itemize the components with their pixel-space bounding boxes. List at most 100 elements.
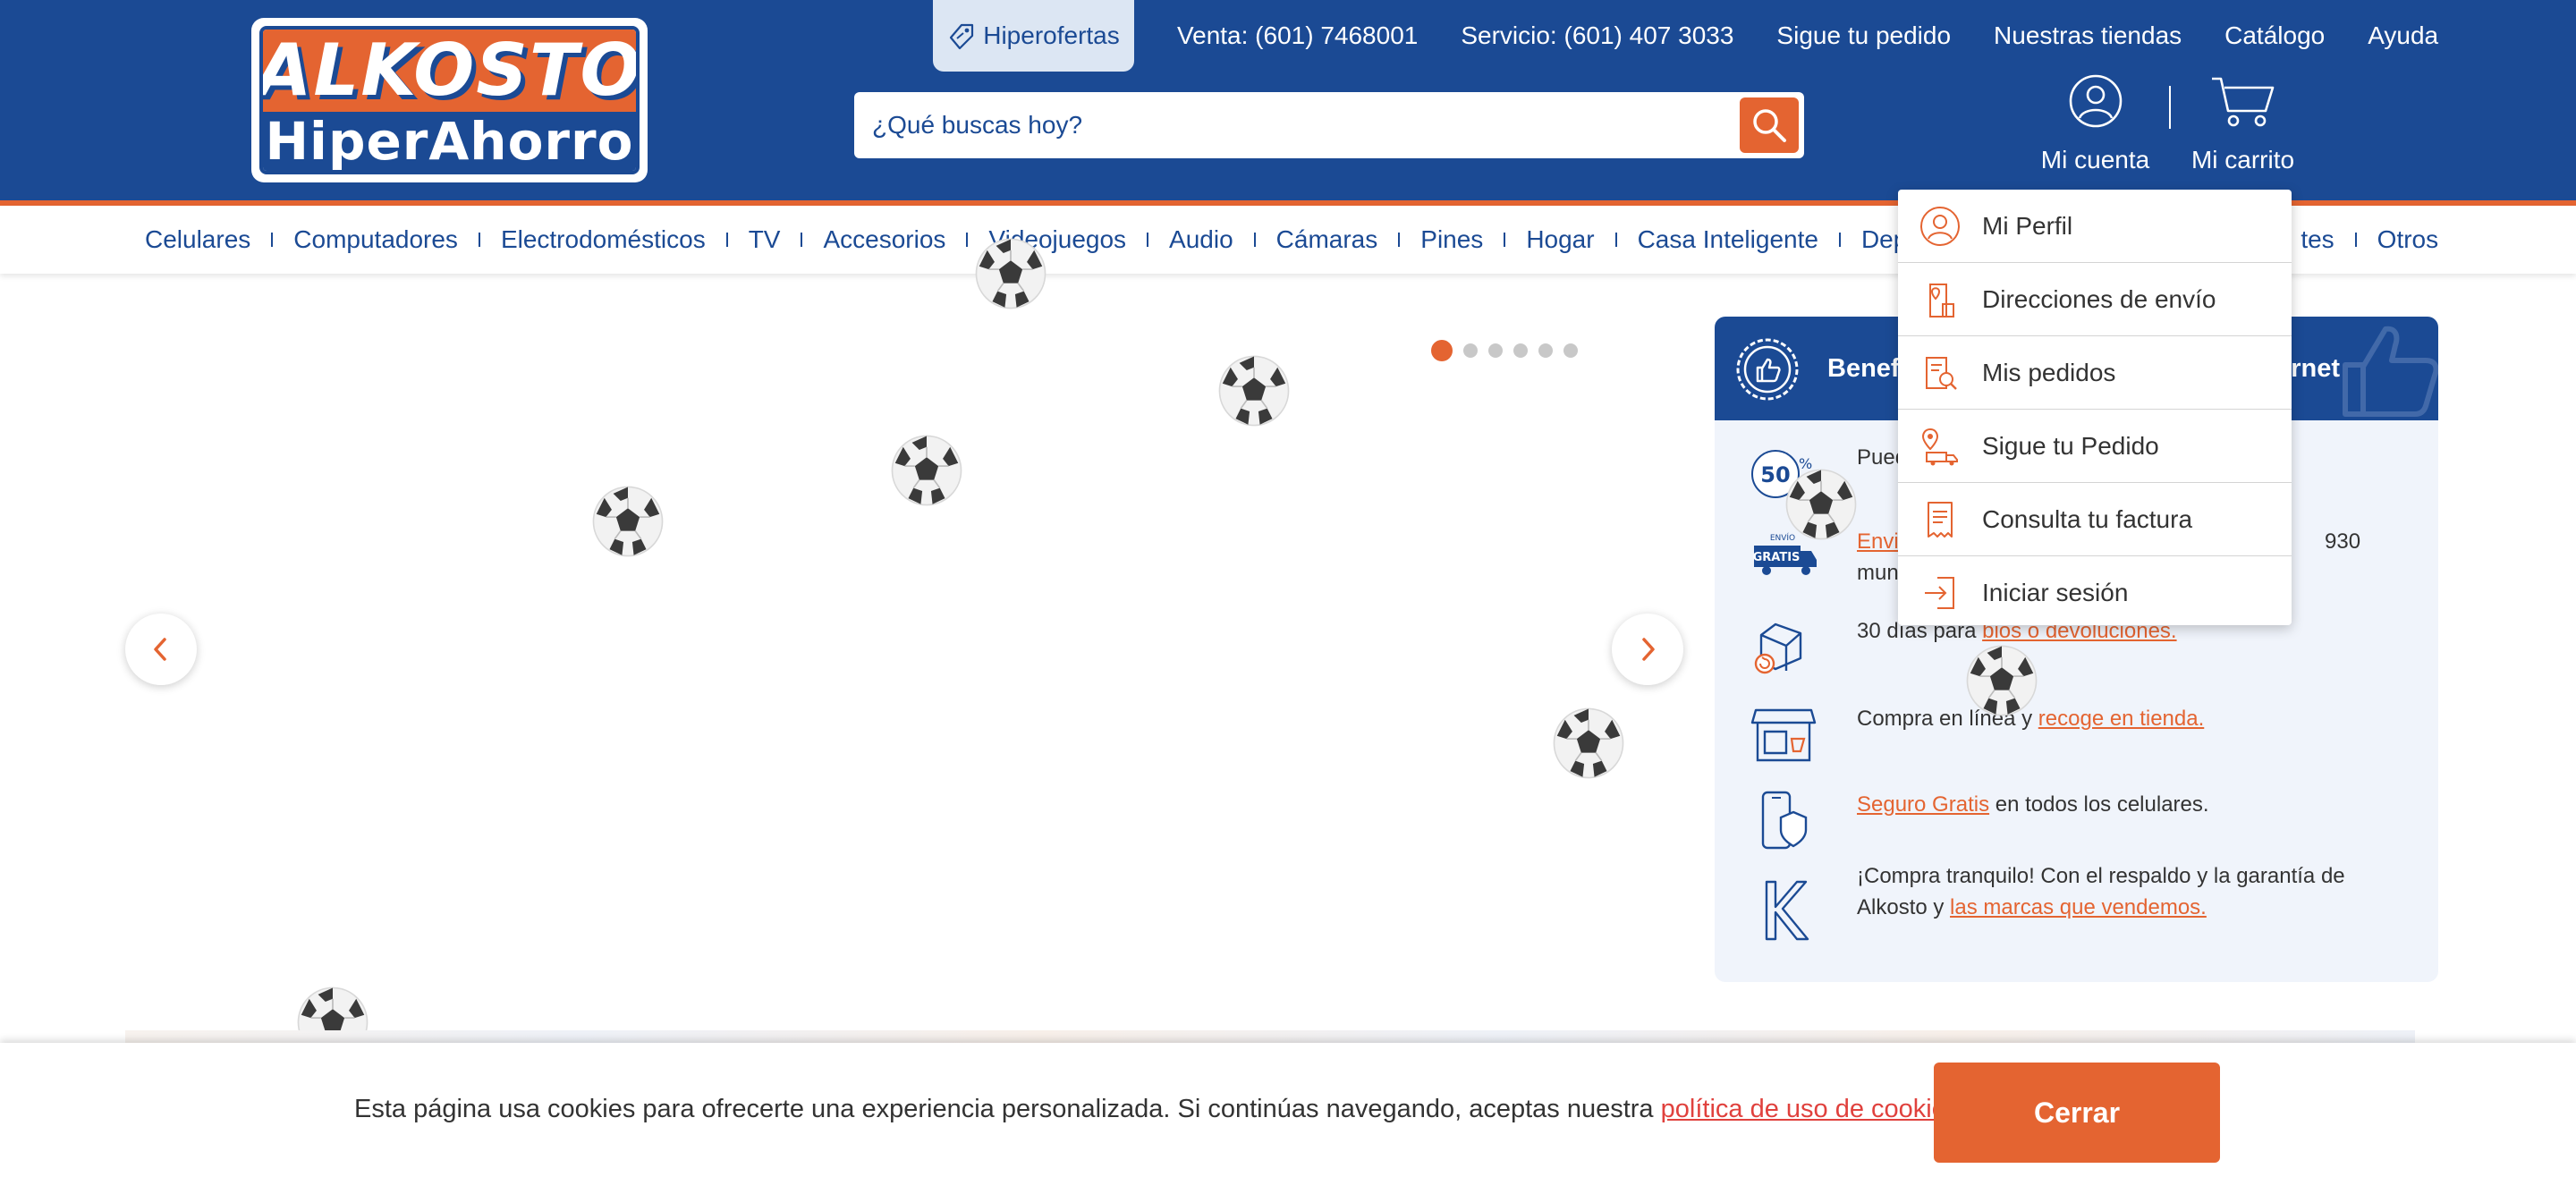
- alkosto-logo[interactable]: ALKOSTO HiperAhorro: [251, 18, 648, 182]
- menu-item-label: Sigue tu Pedido: [1982, 431, 2159, 460]
- carousel-dot[interactable]: [1463, 343, 1478, 358]
- topnav-tiendas[interactable]: Nuestras tiendas: [1994, 21, 2182, 50]
- carousel-dot-active[interactable]: [1431, 340, 1453, 361]
- menu-item-label: Mis pedidos: [1982, 358, 2116, 386]
- phone-shield-icon: [1761, 791, 1808, 850]
- category-separator: [966, 233, 969, 247]
- benefit-text: Compra en línea y recoge en tienda.: [1857, 703, 2394, 734]
- thumbs-up-watermark-icon: [2343, 326, 2438, 417]
- menu-item-iniciar-sesion[interactable]: Iniciar sesión: [1898, 556, 2292, 630]
- category-tv[interactable]: TV: [749, 225, 781, 254]
- category-electrodomesticos[interactable]: Electrodomésticos: [501, 225, 706, 254]
- category-separator: [1253, 233, 1256, 247]
- svg-text:GRATIS: GRATIS: [1753, 551, 1801, 564]
- chevron-left-icon: [154, 638, 166, 661]
- cookie-close-button[interactable]: Cerrar: [1934, 1063, 2220, 1163]
- category-separator: [2354, 233, 2357, 247]
- menu-item-label: Mi Perfil: [1982, 211, 2073, 240]
- topnav-servicio[interactable]: Servicio: (601) 407 3033: [1461, 21, 1733, 50]
- free-shipping-link[interactable]: Envi: [1857, 529, 1899, 554]
- cookie-message: Esta página usa cookies para ofrecerte u…: [354, 1095, 1966, 1124]
- soccer-ball-icon: [1784, 468, 1858, 541]
- category-separator: [1504, 233, 1506, 247]
- thumbs-up-badge-icon: [1736, 338, 1799, 401]
- carousel-dot[interactable]: [1538, 343, 1553, 358]
- category-separator: [478, 233, 480, 247]
- logo-bottom-text: HiperAhorro: [265, 110, 634, 172]
- category-separator: [1398, 233, 1401, 247]
- benefit-text: ¡Compra tranquilo! Con el respaldo y la …: [1857, 860, 2394, 923]
- cart-button[interactable]: Mi carrito: [2182, 73, 2303, 174]
- pickup-link[interactable]: recoge en tienda.: [2038, 707, 2204, 731]
- search-button[interactable]: [1740, 97, 1799, 153]
- hiperofertas-label: Hiperofertas: [983, 21, 1120, 49]
- login-icon: [1925, 577, 1954, 609]
- menu-item-sigue-pedido[interactable]: Sigue tu Pedido: [1898, 410, 2292, 483]
- category-celulares[interactable]: Celulares: [145, 225, 250, 254]
- category-separator: [1147, 233, 1149, 247]
- category-hogar[interactable]: Hogar: [1526, 225, 1594, 254]
- user-icon: [2069, 74, 2122, 128]
- brands-link[interactable]: las marcas que vendemos.: [1950, 895, 2207, 919]
- carousel-next-button[interactable]: [1612, 614, 1683, 685]
- category-separator: [1838, 233, 1841, 247]
- topnav-sigue-pedido[interactable]: Sigue tu pedido: [1776, 21, 1951, 50]
- menu-item-mi-perfil[interactable]: Mi Perfil: [1898, 190, 2292, 263]
- k-brand-icon: [1765, 880, 1809, 941]
- topnav-venta[interactable]: Venta: (601) 7468001: [1177, 21, 1418, 50]
- category-camaras[interactable]: Cámaras: [1276, 225, 1378, 254]
- soccer-ball-icon: [1552, 707, 1625, 780]
- account-label: Mi cuenta: [2040, 146, 2150, 174]
- category-separator: [271, 233, 274, 247]
- cookie-policy-link[interactable]: política de uso de cookies: [1661, 1095, 1960, 1123]
- category-computadores[interactable]: Computadores: [293, 225, 458, 254]
- account-button[interactable]: Mi cuenta: [2030, 73, 2160, 174]
- soccer-ball-icon: [1217, 354, 1291, 428]
- site-header: ALKOSTO HiperAhorro Hiperofertas Venta: …: [0, 0, 2576, 200]
- address-icon: [1929, 283, 1954, 318]
- menu-item-direcciones[interactable]: Direcciones de envío: [1898, 263, 2292, 336]
- cart-label: Mi carrito: [2190, 146, 2295, 174]
- benefit-text-part: en todos los celulares.: [1989, 792, 2209, 817]
- benefits-title-end: rnet: [2291, 353, 2340, 383]
- category-otros[interactable]: Otros: [2377, 225, 2438, 254]
- category-deportes-tail[interactable]: tes: [2301, 225, 2334, 254]
- product-strip: [125, 1030, 2415, 1043]
- search-icon: [1753, 109, 1786, 142]
- menu-item-mis-pedidos[interactable]: Mis pedidos: [1898, 336, 2292, 410]
- category-accesorios[interactable]: Accesorios: [823, 225, 945, 254]
- carousel-dot[interactable]: [1513, 343, 1528, 358]
- topnav-catalogo[interactable]: Catálogo: [2224, 21, 2325, 50]
- category-separator: [1614, 233, 1617, 247]
- carousel-prev-button[interactable]: [125, 614, 197, 685]
- cookie-text: Esta página usa cookies para ofrecerte u…: [354, 1095, 1661, 1123]
- account-dropdown: Mi Perfil Direcciones de envío Mis pedid…: [1898, 190, 2292, 625]
- category-audio[interactable]: Audio: [1169, 225, 1233, 254]
- logo-top-text: ALKOSTO: [259, 29, 640, 113]
- carousel-dot[interactable]: [1488, 343, 1503, 358]
- search-bar: [854, 92, 1804, 158]
- store-icon: [1750, 708, 1817, 762]
- topnav-ayuda[interactable]: Ayuda: [2368, 21, 2438, 50]
- benefits-title: Benef: [1827, 353, 1900, 383]
- soccer-ball-icon: [974, 237, 1047, 310]
- hiperofertas-link[interactable]: Hiperofertas: [933, 0, 1134, 72]
- search-input[interactable]: [854, 92, 1713, 158]
- orders-icon: [1926, 356, 1957, 390]
- chevron-right-icon: [1642, 638, 1655, 661]
- soccer-ball-icon: [1965, 644, 2038, 717]
- category-pines[interactable]: Pines: [1420, 225, 1483, 254]
- benefit-text: Seguro Gratis en todos los celulares.: [1857, 789, 2394, 820]
- menu-item-factura[interactable]: Consulta tu factura: [1898, 483, 2292, 556]
- invoice-icon: [1928, 501, 1953, 538]
- carousel-dot[interactable]: [1563, 343, 1578, 358]
- profile-icon: [1920, 206, 1960, 246]
- menu-item-label: Iniciar sesión: [1982, 579, 2129, 606]
- soccer-ball-icon: [890, 434, 963, 507]
- menu-item-label: Direcciones de envío: [1982, 284, 2216, 313]
- category-casa-inteligente[interactable]: Casa Inteligente: [1638, 225, 1818, 254]
- insurance-link[interactable]: Seguro Gratis: [1857, 792, 1989, 817]
- benefit-text-part: 930: [2325, 529, 2361, 554]
- top-nav: Hiperofertas Venta: (601) 7468001 Servic…: [933, 0, 2438, 72]
- category-separator: [801, 233, 803, 247]
